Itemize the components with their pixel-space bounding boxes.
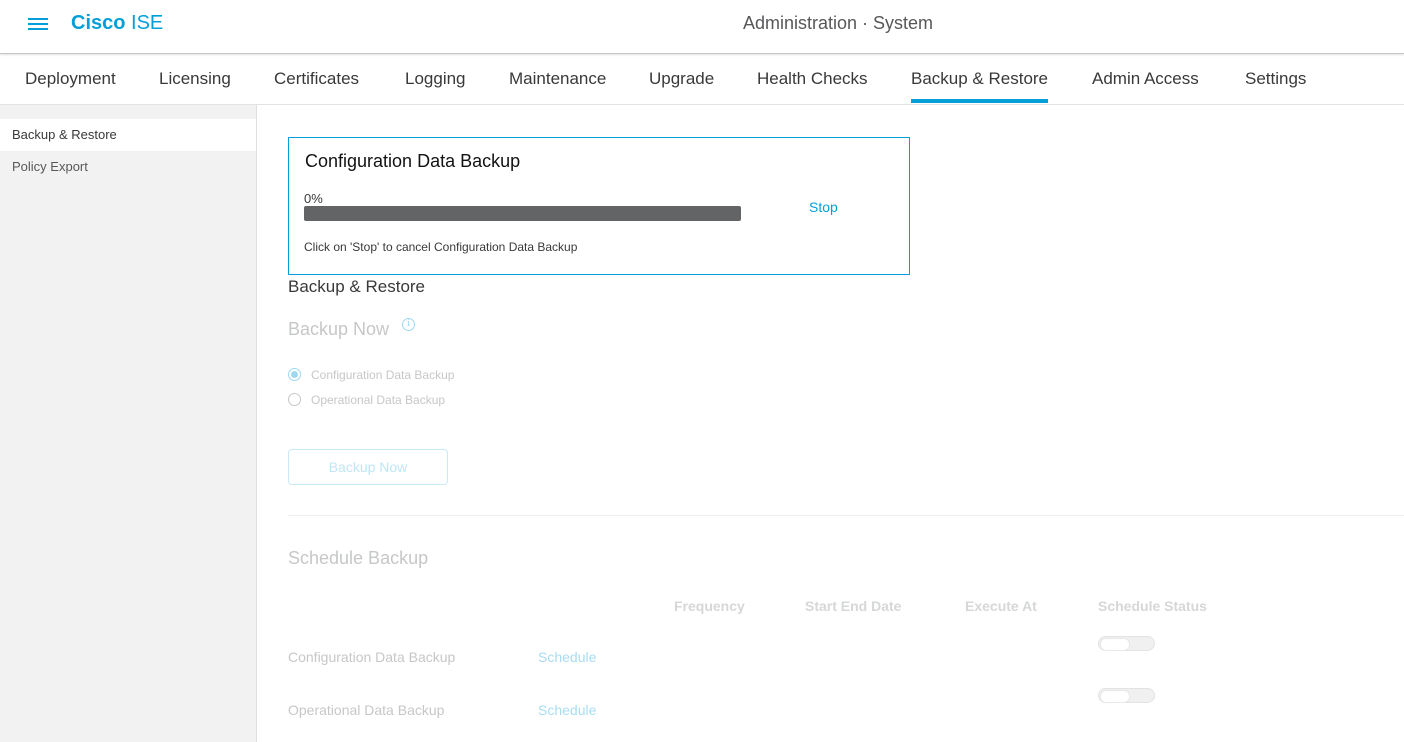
schedule-row-operational-label: Operational Data Backup: [288, 702, 445, 718]
tab-upgrade[interactable]: Upgrade: [649, 69, 714, 89]
column-header-execute-at: Execute At: [965, 598, 1037, 614]
tab-health-checks[interactable]: Health Checks: [757, 69, 868, 89]
column-header-schedule-status: Schedule Status: [1098, 598, 1207, 614]
sidebar: Backup & Restore Policy Export: [0, 105, 257, 742]
progress-title: Configuration Data Backup: [305, 151, 521, 171]
schedule-operational-toggle[interactable]: [1098, 688, 1155, 703]
progress-message: Click on 'Stop' to cancel Configuration …: [304, 240, 578, 254]
tab-certificates[interactable]: Certificates: [274, 69, 359, 89]
backup-now-button[interactable]: Backup Now: [288, 449, 448, 485]
radio-button[interactable]: [288, 393, 301, 406]
tab-maintenance[interactable]: Maintenance: [509, 69, 606, 89]
schedule-row-config-label: Configuration Data Backup: [288, 649, 456, 665]
sidebar-item-backup-restore[interactable]: Backup & Restore: [0, 119, 256, 151]
radio-button-checked[interactable]: [288, 368, 301, 381]
tab-logging[interactable]: Logging: [405, 69, 466, 89]
tab-licensing[interactable]: Licensing: [159, 69, 231, 89]
radio-label: Operational Data Backup: [311, 393, 446, 407]
page-title: Administration · System: [742, 13, 934, 33]
schedule-operational-link[interactable]: Schedule: [538, 702, 596, 718]
section-title: Backup & Restore: [288, 277, 426, 296]
tab-admin-access[interactable]: Admin Access: [1092, 69, 1199, 89]
info-icon[interactable]: i: [402, 318, 415, 331]
sidebar-item-policy-export[interactable]: Policy Export: [0, 151, 256, 183]
top-header: Cisco ISE Administration · System: [0, 0, 1404, 54]
radio-label: Configuration Data Backup: [311, 368, 455, 382]
tab-bar: Deployment Licensing Certificates Loggin…: [0, 55, 1404, 105]
progress-bar: [304, 206, 741, 221]
divider: [288, 515, 1404, 516]
backup-progress-dialog: Configuration Data Backup 0% Stop Click …: [288, 137, 910, 275]
schedule-config-toggle[interactable]: [1098, 636, 1155, 651]
schedule-backup-heading: Schedule Backup: [288, 548, 429, 568]
tab-settings[interactable]: Settings: [1245, 69, 1306, 89]
progress-percent: 0%: [304, 191, 323, 206]
schedule-config-link[interactable]: Schedule: [538, 649, 596, 665]
column-header-frequency: Frequency: [674, 598, 745, 614]
backup-now-heading: Backup Now: [288, 319, 390, 339]
stop-button[interactable]: Stop: [809, 199, 838, 215]
column-header-start-end-date: Start End Date: [805, 598, 902, 614]
tab-backup-restore[interactable]: Backup & Restore: [911, 69, 1049, 103]
tab-deployment[interactable]: Deployment: [25, 69, 116, 89]
